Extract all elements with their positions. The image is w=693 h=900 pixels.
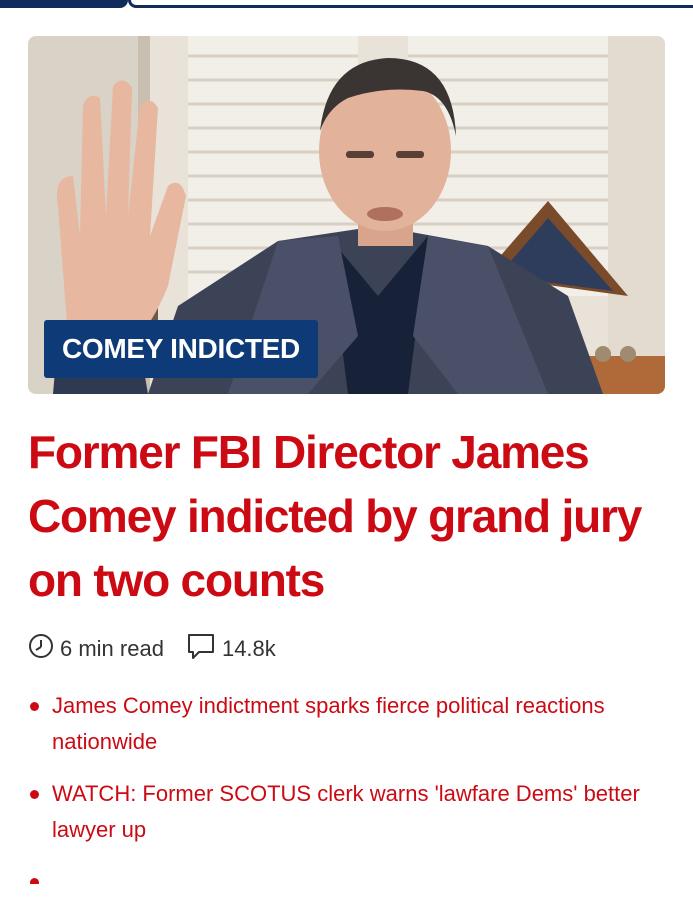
comment-count[interactable]: 14.8k	[222, 636, 276, 662]
related-story-link[interactable]: WATCH: Former SCOTUS clerk warns 'lawfar…	[52, 781, 640, 842]
story-tag-badge[interactable]: COMEY INDICTED	[44, 320, 318, 378]
related-story-link[interactable]: James Comey indictment sparks fierce pol…	[52, 693, 605, 754]
bullet-dot	[30, 878, 39, 884]
active-tab-indicator[interactable]	[0, 0, 128, 8]
article-meta: 6 min read 14.8k	[28, 632, 276, 666]
comment-bubble-icon[interactable]	[186, 632, 216, 666]
read-time: 6 min read	[60, 636, 164, 661]
related-story-item[interactable]: James Comey indictment sparks fierce pol…	[28, 688, 668, 760]
clock-icon	[28, 633, 54, 665]
article-headline[interactable]: Former FBI Director James Comey indicted…	[28, 420, 673, 612]
related-story-item[interactable]	[28, 864, 668, 884]
bullet-dot	[30, 702, 39, 711]
top-nav-bar	[0, 0, 693, 12]
nav-underline	[128, 0, 693, 8]
related-stories-list: James Comey indictment sparks fierce pol…	[28, 688, 668, 900]
related-story-item[interactable]: WATCH: Former SCOTUS clerk warns 'lawfar…	[28, 776, 668, 848]
bullet-dot	[30, 790, 39, 799]
